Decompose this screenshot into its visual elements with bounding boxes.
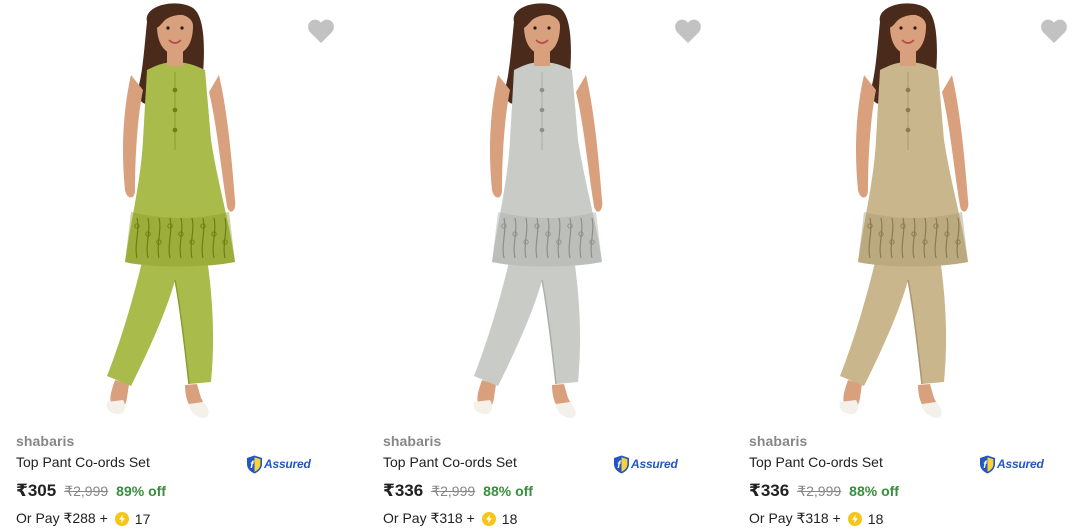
coin-count: 18 [501,510,518,527]
product-photo [473,3,603,418]
wishlist-heart-icon[interactable] [672,15,704,47]
original-price: ₹2,999 [797,483,842,499]
price-row: ₹305 ₹2,999 89% off [16,481,166,501]
product-card[interactable]: shabaris Top Pant Co-ords Set f Assured … [0,0,360,532]
supercoin-offer: Or Pay ₹288 + 17 [16,510,150,527]
price-row: ₹336 ₹2,999 88% off [749,481,899,501]
selling-price: ₹336 [383,481,424,500]
price-row: ₹336 ₹2,999 88% off [383,481,533,501]
product-image[interactable] [367,0,727,425]
supercoin-icon [114,511,129,526]
coin-count: 17 [134,510,151,527]
assured-label: Assured [264,457,311,471]
original-price: ₹2,999 [431,483,476,499]
assured-label: Assured [631,457,678,471]
or-pay-label: Or Pay ₹318 + [383,510,475,526]
assured-shield-icon: f [614,455,629,473]
product-image[interactable] [733,0,1091,425]
product-card[interactable]: shabaris Top Pant Co-ords Set f Assured … [367,0,727,532]
coin-count: 18 [867,510,884,527]
assured-badge: f Assured [613,454,678,474]
original-price: ₹2,999 [64,483,109,499]
wishlist-heart-icon[interactable] [1038,15,1070,47]
product-brand: shabaris [16,433,75,449]
discount-percent: 89% off [116,483,166,499]
product-grid: shabaris Top Pant Co-ords Set f Assured … [0,0,1091,532]
discount-percent: 88% off [849,483,899,499]
supercoin-icon [481,511,496,526]
assured-badge: f Assured [979,454,1044,474]
product-photo [839,3,969,418]
supercoin-icon [847,511,862,526]
supercoin-offer: Or Pay ₹318 + 18 [749,510,883,527]
product-title[interactable]: Top Pant Co-ords Set [383,454,517,470]
product-brand: shabaris [383,433,442,449]
assured-badge: f Assured [246,454,311,474]
product-title[interactable]: Top Pant Co-ords Set [16,454,150,470]
product-title[interactable]: Top Pant Co-ords Set [749,454,883,470]
or-pay-label: Or Pay ₹318 + [749,510,841,526]
or-pay-label: Or Pay ₹288 + [16,510,108,526]
product-brand: shabaris [749,433,808,449]
product-image[interactable] [0,0,360,425]
selling-price: ₹336 [749,481,790,500]
wishlist-heart-icon[interactable] [305,15,337,47]
supercoin-offer: Or Pay ₹318 + 18 [383,510,517,527]
selling-price: ₹305 [16,481,57,500]
product-photo [106,3,236,418]
assured-shield-icon: f [247,455,262,473]
product-card[interactable]: shabaris Top Pant Co-ords Set f Assured … [733,0,1091,532]
assured-label: Assured [997,457,1044,471]
assured-shield-icon: f [980,455,995,473]
discount-percent: 88% off [483,483,533,499]
